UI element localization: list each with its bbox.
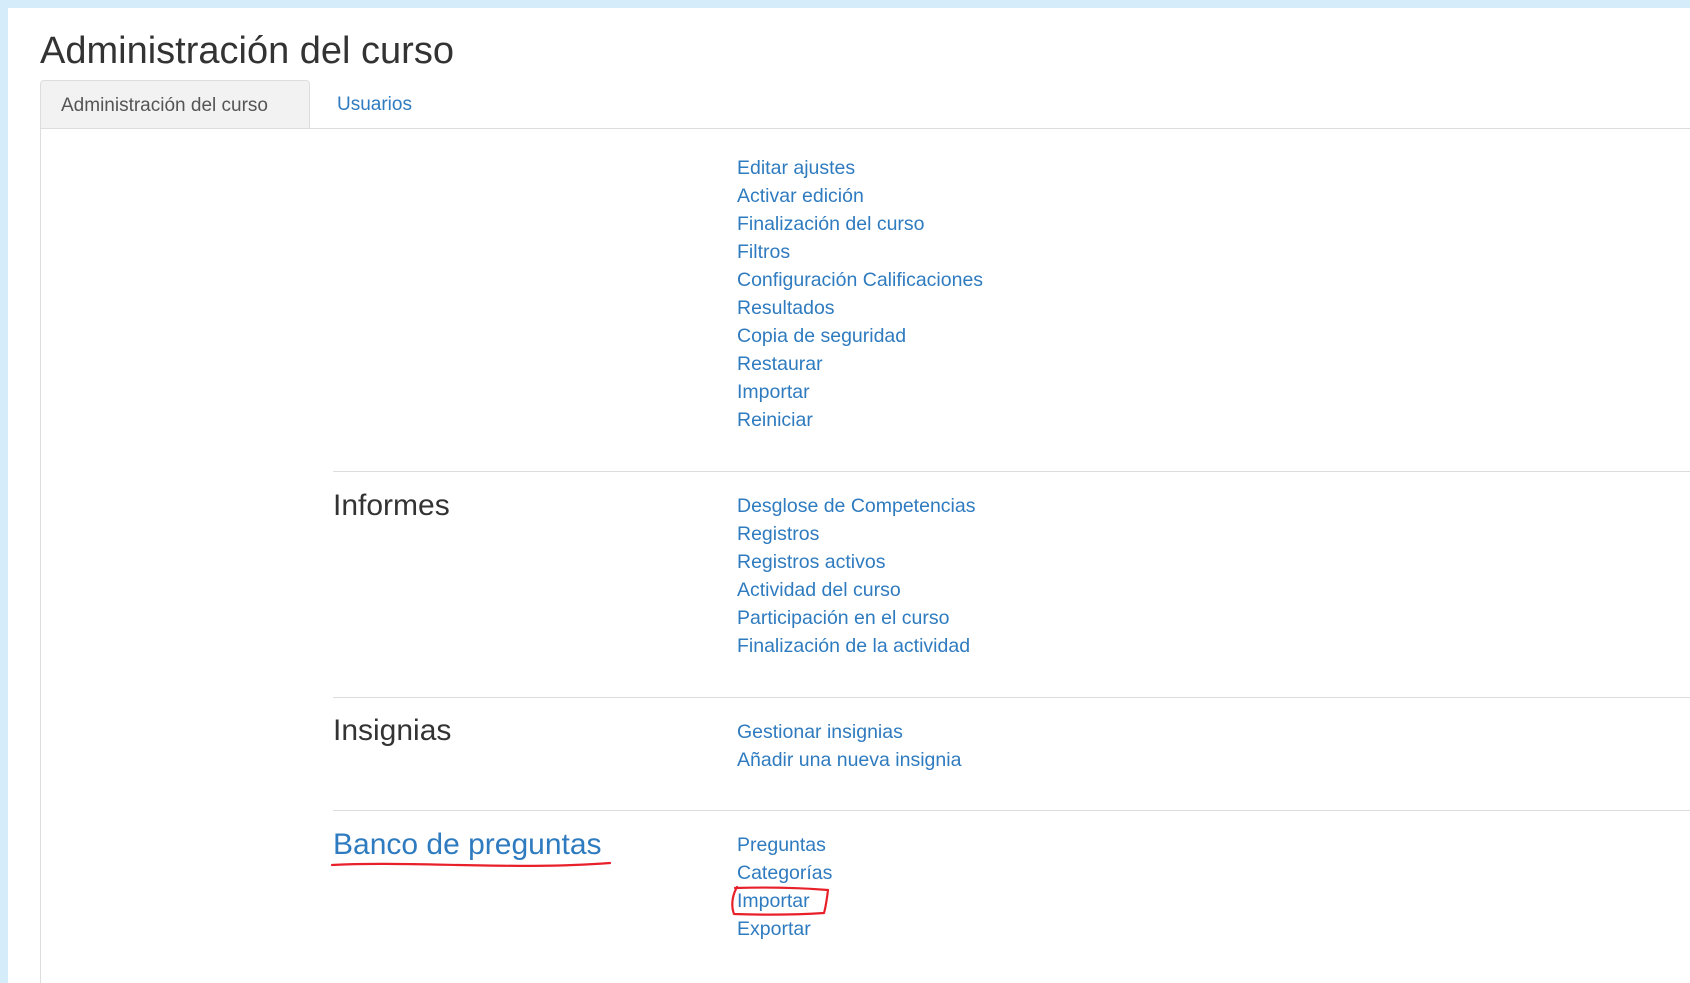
content-left-border: [40, 129, 41, 983]
tab-users[interactable]: Usuarios: [310, 80, 412, 129]
link-course-participation[interactable]: Participación en el curso: [737, 604, 975, 632]
section-divider-badges: [333, 697, 1690, 698]
link-import-questions[interactable]: Importar: [737, 887, 832, 915]
link-questions[interactable]: Preguntas: [737, 831, 832, 859]
badges-links-list: Gestionar insignias Añadir una nueva ins…: [737, 718, 961, 774]
reports-links-list: Desglose de Competencias Registros Regis…: [737, 492, 975, 660]
course-links-list: Editar ajustes Activar edición Finalizac…: [737, 154, 983, 434]
link-restore[interactable]: Restaurar: [737, 350, 983, 378]
tabs-divider: [40, 128, 1690, 129]
link-outcomes[interactable]: Resultados: [737, 294, 983, 322]
link-filters[interactable]: Filtros: [737, 238, 983, 266]
section-heading-badges: Insignias: [333, 714, 452, 747]
link-gradebook-setup[interactable]: Configuración Calificaciones: [737, 266, 983, 294]
section-heading-reports: Informes: [333, 489, 450, 522]
link-course-activity[interactable]: Actividad del curso: [737, 576, 975, 604]
link-course-completion[interactable]: Finalización del curso: [737, 210, 983, 238]
link-categories[interactable]: Categorías: [737, 859, 832, 887]
window-frame-top: [0, 0, 1690, 8]
link-logs[interactable]: Registros: [737, 520, 975, 548]
page-title: Administración del curso: [40, 30, 454, 72]
link-competency-breakdown[interactable]: Desglose de Competencias: [737, 492, 975, 520]
link-live-logs[interactable]: Registros activos: [737, 548, 975, 576]
link-backup[interactable]: Copia de seguridad: [737, 322, 983, 350]
link-import-course[interactable]: Importar: [737, 378, 983, 406]
tab-course-administration[interactable]: Administración del curso: [40, 80, 310, 129]
question-bank-links-list: Preguntas Categorías Importar Exportar: [737, 831, 832, 943]
window-frame-left: [0, 0, 8, 983]
section-divider-reports: [333, 471, 1690, 472]
link-reset[interactable]: Reiniciar: [737, 406, 983, 434]
link-activity-completion[interactable]: Finalización de la actividad: [737, 632, 975, 660]
section-divider-question-bank: [333, 810, 1690, 811]
link-turn-editing-on[interactable]: Activar edición: [737, 182, 983, 210]
link-export-questions[interactable]: Exportar: [737, 915, 832, 943]
link-edit-settings[interactable]: Editar ajustes: [737, 154, 983, 182]
section-heading-question-bank[interactable]: Banco de preguntas: [333, 827, 602, 863]
link-add-new-badge[interactable]: Añadir una nueva insignia: [737, 746, 961, 774]
link-manage-badges[interactable]: Gestionar insignias: [737, 718, 961, 746]
